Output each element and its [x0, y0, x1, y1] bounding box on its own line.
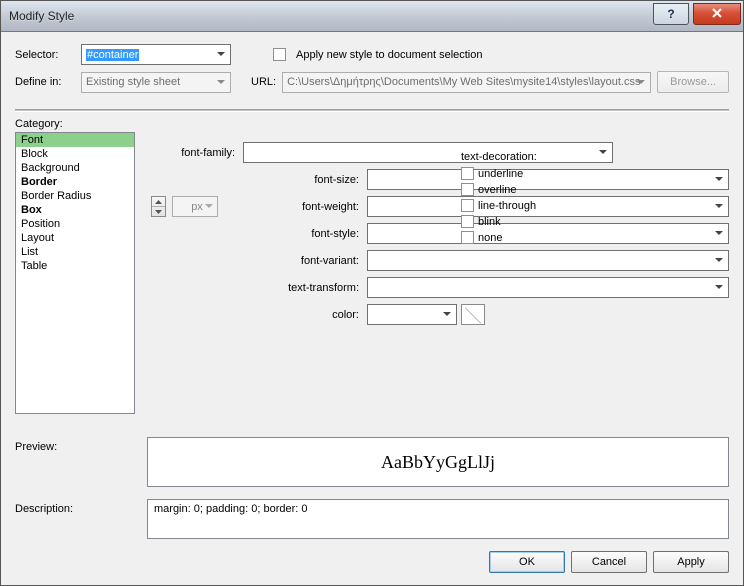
- text-decoration-option-label: underline: [478, 168, 523, 180]
- text-decoration-option-label: line-through: [478, 200, 536, 212]
- font-properties: font-family: font-size:: [149, 132, 729, 429]
- apply-new-style-checkbox[interactable]: [273, 48, 286, 61]
- selector-combo[interactable]: #container: [81, 44, 231, 65]
- font-weight-label: font-weight:: [243, 201, 363, 213]
- font-size-unit-combo[interactable]: px: [172, 196, 218, 217]
- chevron-down-icon: [711, 199, 726, 214]
- selector-label: Selector:: [15, 49, 75, 61]
- spin-down-icon: [152, 206, 165, 216]
- text-decoration-option-label: none: [478, 232, 502, 244]
- chevron-down-icon: [711, 253, 726, 268]
- apply-new-style-label: Apply new style to document selection: [296, 49, 483, 61]
- define-in-combo[interactable]: Existing style sheet: [81, 72, 231, 93]
- checkbox[interactable]: [461, 215, 474, 228]
- spin-up-icon: [152, 197, 165, 206]
- category-item[interactable]: Border Radius: [16, 189, 134, 203]
- main-area: Category: FontBlockBackgroundBorderBorde…: [1, 112, 743, 429]
- color-swatch[interactable]: [461, 304, 485, 325]
- help-icon: ?: [667, 7, 674, 21]
- category-item[interactable]: Position: [16, 217, 134, 231]
- titlebar: Modify Style ?: [1, 1, 743, 32]
- category-item[interactable]: Font: [16, 133, 134, 147]
- category-item[interactable]: List: [16, 245, 134, 259]
- checkbox[interactable]: [461, 231, 474, 244]
- category-item[interactable]: Layout: [16, 231, 134, 245]
- cancel-button[interactable]: Cancel: [571, 551, 647, 573]
- checkbox[interactable]: [461, 167, 474, 180]
- chevron-down-icon: [213, 75, 228, 90]
- text-decoration-option: blink: [461, 215, 611, 228]
- preview-box: AaBbYyGgLlJj: [147, 437, 729, 487]
- url-combo[interactable]: C:\Users\Δημήτρης\Documents\My Web Sites…: [282, 72, 651, 93]
- font-size-label: font-size:: [243, 174, 363, 186]
- chevron-down-icon: [711, 172, 726, 187]
- modify-style-dialog: Modify Style ? Selector: #container: [0, 0, 744, 586]
- category-item[interactable]: Box: [16, 203, 134, 217]
- define-in-label: Define in:: [15, 76, 75, 88]
- bottom-area: Preview: AaBbYyGgLlJj Description: margi…: [1, 429, 743, 551]
- text-decoration-group: text-decoration: underline overline line-t…: [461, 151, 611, 247]
- font-variant-combo[interactable]: [367, 250, 729, 271]
- color-row: [367, 304, 729, 325]
- description-text: margin: 0; padding: 0; border: 0: [154, 503, 307, 515]
- font-size-spinner[interactable]: [151, 196, 166, 217]
- url-value: C:\Users\Δημήτρης\Documents\My Web Sites…: [287, 76, 640, 88]
- category-item[interactable]: Block: [16, 147, 134, 161]
- text-decoration-option: overline: [461, 183, 611, 196]
- text-transform-combo[interactable]: [367, 277, 729, 298]
- color-combo[interactable]: [367, 304, 457, 325]
- preview-sample: AaBbYyGgLlJj: [381, 452, 495, 473]
- chevron-down-icon: [711, 280, 726, 295]
- text-transform-label: text-transform:: [243, 282, 363, 294]
- chevron-down-icon: [439, 307, 454, 322]
- preview-label: Preview:: [15, 437, 135, 487]
- titlebar-buttons: ?: [653, 3, 741, 23]
- close-icon: [711, 7, 723, 21]
- chevron-down-icon: [633, 75, 648, 90]
- ok-button[interactable]: OK: [489, 551, 565, 573]
- text-decoration-option: none: [461, 231, 611, 244]
- color-label: color:: [243, 309, 363, 321]
- top-form: Selector: #container Apply new style to …: [1, 32, 743, 105]
- category-label: Category:: [15, 118, 729, 130]
- font-variant-label: font-variant:: [243, 255, 363, 267]
- help-button[interactable]: ?: [653, 3, 689, 25]
- text-decoration-label: text-decoration:: [461, 151, 611, 163]
- selector-value: #container: [86, 49, 139, 61]
- category-item[interactable]: Background: [16, 161, 134, 175]
- font-style-label: font-style:: [243, 228, 363, 240]
- category-item[interactable]: Table: [16, 259, 134, 273]
- category-list[interactable]: FontBlockBackgroundBorderBorder RadiusBo…: [15, 132, 135, 414]
- checkbox[interactable]: [461, 199, 474, 212]
- define-in-value: Existing style sheet: [86, 76, 180, 88]
- text-decoration-option-label: overline: [478, 184, 517, 196]
- close-button[interactable]: [693, 3, 741, 25]
- apply-button[interactable]: Apply: [653, 551, 729, 573]
- browse-button[interactable]: Browse...: [657, 71, 729, 93]
- font-family-label: font-family:: [149, 147, 239, 159]
- text-decoration-option: underline: [461, 167, 611, 180]
- font-size-extras: px: [149, 196, 239, 217]
- chevron-down-icon: [213, 47, 228, 62]
- category-item[interactable]: Border: [16, 175, 134, 189]
- text-decoration-option: line-through: [461, 199, 611, 212]
- checkbox[interactable]: [461, 183, 474, 196]
- window-title: Modify Style: [9, 9, 653, 23]
- description-label: Description:: [15, 499, 135, 539]
- description-box: margin: 0; padding: 0; border: 0: [147, 499, 729, 539]
- text-decoration-option-label: blink: [478, 216, 501, 228]
- dialog-footer: OK Cancel Apply: [1, 551, 743, 585]
- chevron-down-icon: [711, 226, 726, 241]
- url-label: URL:: [251, 76, 276, 88]
- chevron-down-icon: [202, 199, 215, 214]
